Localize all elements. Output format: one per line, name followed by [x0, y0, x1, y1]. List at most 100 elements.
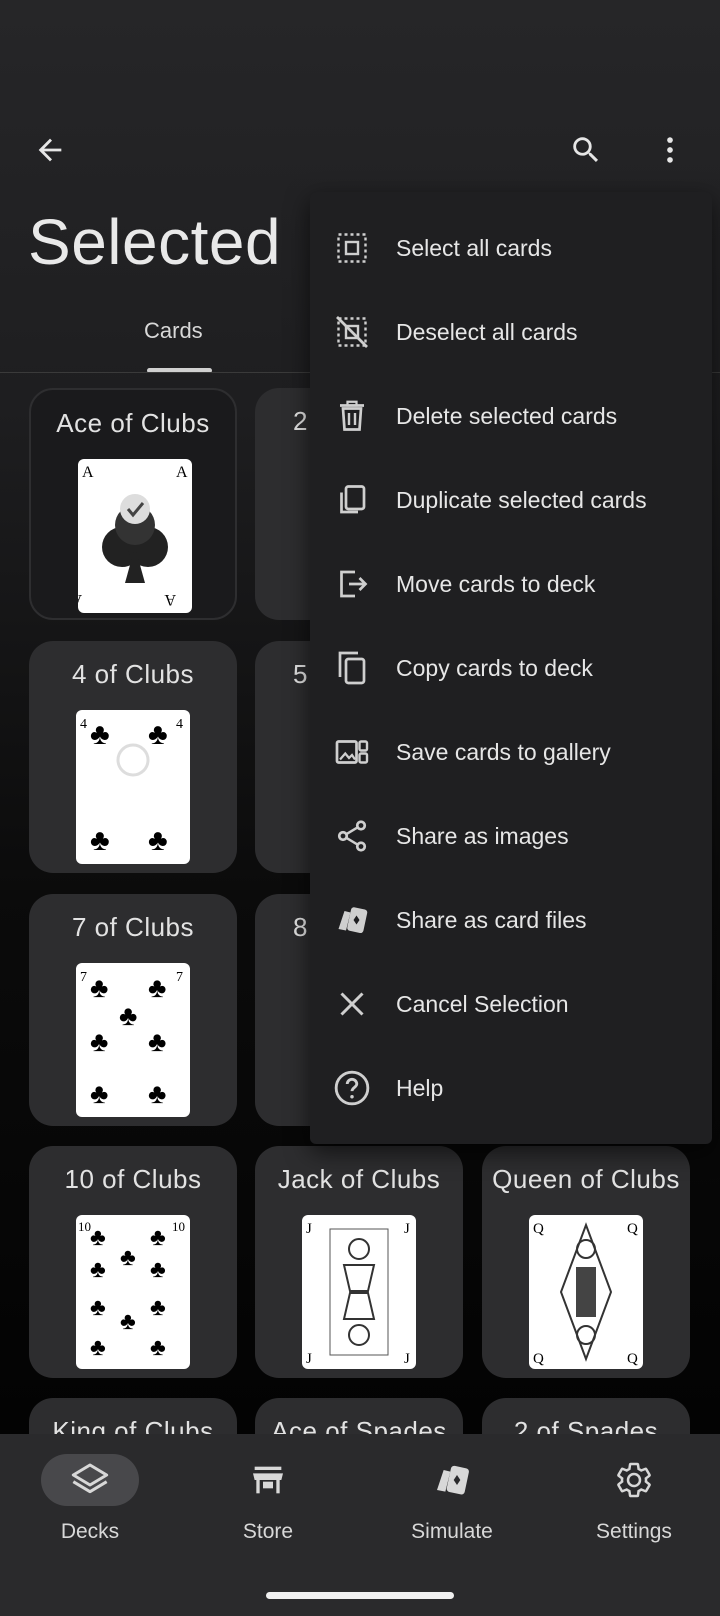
card-title: 7 of Clubs: [71, 912, 195, 942]
svg-text:♣: ♣: [90, 1224, 106, 1251]
nav-store[interactable]: Store: [178, 1454, 358, 1574]
card-image: 7 7 ♣ ♣ ♣ ♣ ♣ ♣ ♣: [76, 963, 190, 1117]
select-all-icon: [332, 228, 372, 268]
svg-text:♣: ♣: [119, 1000, 137, 1031]
svg-text:♣: ♣: [90, 1256, 106, 1283]
svg-text:J: J: [306, 1351, 312, 1367]
svg-text:♣: ♣: [148, 824, 168, 857]
svg-text:Q: Q: [533, 1351, 544, 1367]
bottom-navigation: Decks Store Simulate Settings: [0, 1434, 720, 1616]
search-icon: [573, 137, 599, 163]
svg-text:♣: ♣: [148, 972, 166, 1003]
menu-item-label: Duplicate selected cards: [396, 486, 647, 513]
svg-text:Q: Q: [627, 1351, 638, 1367]
svg-text:A: A: [78, 591, 82, 608]
menu-item-deselect-all[interactable]: Deselect all cards: [310, 290, 712, 374]
card-image: A A A A: [78, 459, 192, 613]
nav-decks[interactable]: Decks: [0, 1454, 180, 1574]
svg-text:10: 10: [172, 1219, 185, 1234]
svg-text:♣: ♣: [90, 1078, 108, 1109]
page-title: Selected: [28, 206, 282, 278]
gear-icon: [617, 1462, 651, 1498]
card-title: Ace of Clubs: [56, 408, 210, 438]
svg-text:Q: Q: [627, 1221, 638, 1237]
card-title: 10 of Clubs: [64, 1164, 202, 1194]
nav-decks-label: Decks: [60, 1520, 120, 1543]
card-file-icon: [332, 900, 372, 940]
search-button[interactable]: [556, 120, 616, 180]
svg-text:♣: ♣: [150, 1224, 166, 1251]
menu-item-label: Move cards to deck: [396, 570, 596, 597]
svg-text:J: J: [306, 1221, 312, 1237]
nav-decks-indicator: [41, 1454, 139, 1506]
nav-settings-label: Settings: [596, 1520, 672, 1543]
menu-item-label: Copy cards to deck: [396, 654, 593, 681]
menu-item-move[interactable]: Move cards to deck: [310, 542, 712, 626]
card-tile[interactable]: 4 of Clubs 4 4 ♣ ♣ ♣ ♣: [29, 641, 237, 873]
svg-text:♣: ♣: [90, 1334, 106, 1361]
card-tile[interactable]: Queen of Clubs Q Q Q Q: [482, 1146, 690, 1378]
svg-text:4: 4: [176, 717, 183, 732]
layers-icon: [71, 1463, 109, 1494]
card-tile[interactable]: Ace of Clubs A A A A: [29, 388, 237, 620]
nav-settings[interactable]: Settings: [544, 1454, 720, 1574]
svg-text:♣: ♣: [150, 1256, 166, 1283]
close-icon: [332, 984, 372, 1024]
card-tile[interactable]: 7 of Clubs 7 7 ♣ ♣ ♣ ♣ ♣ ♣ ♣: [29, 894, 237, 1126]
card-tile[interactable]: 10 of Clubs 10 10 ♣ ♣ ♣ ♣ ♣ ♣ ♣ ♣ ♣ ♣: [29, 1146, 237, 1378]
store-icon: [253, 1466, 283, 1494]
svg-text:A: A: [164, 591, 176, 608]
menu-item-share-card-files[interactable]: Share as card files: [310, 878, 712, 962]
svg-text:4: 4: [80, 717, 87, 732]
duplicate-icon: [332, 480, 372, 520]
move-icon: [332, 564, 372, 604]
menu-item-label: Select all cards: [396, 234, 552, 261]
menu-item-duplicate[interactable]: Duplicate selected cards: [310, 458, 712, 542]
overflow-menu: Select all cards Deselect all cards Dele…: [310, 192, 712, 1144]
nav-simulate[interactable]: Simulate: [362, 1454, 542, 1574]
svg-text:♣: ♣: [90, 1294, 106, 1321]
svg-text:♣: ♣: [150, 1334, 166, 1361]
share-icon: [332, 816, 372, 856]
svg-text:♣: ♣: [148, 1078, 166, 1109]
card-image: J J J J: [302, 1215, 416, 1369]
cards-icon: [437, 1465, 469, 1495]
home-indicator[interactable]: [266, 1592, 454, 1599]
svg-text:J: J: [404, 1351, 410, 1367]
menu-item-label: Deselect all cards: [396, 318, 578, 345]
menu-item-delete[interactable]: Delete selected cards: [310, 374, 712, 458]
svg-text:J: J: [404, 1221, 410, 1237]
card-title: 4 of Clubs: [71, 659, 195, 689]
svg-text:♣: ♣: [90, 1026, 108, 1057]
svg-text:♣: ♣: [150, 1294, 166, 1321]
card-tile[interactable]: Jack of Clubs J J J J: [255, 1146, 463, 1378]
svg-text:7: 7: [176, 970, 183, 985]
nav-store-label: Store: [242, 1520, 294, 1543]
arrow-back-icon: [38, 138, 62, 162]
card-title: Queen of Clubs: [492, 1164, 680, 1194]
card-image: Q Q Q Q: [529, 1215, 643, 1369]
menu-item-label: Help: [396, 1074, 444, 1101]
deselect-icon: [332, 312, 372, 352]
svg-text:7: 7: [80, 970, 87, 985]
tab-cards[interactable]: Cards: [144, 318, 203, 344]
menu-item-save-gallery[interactable]: Save cards to gallery: [310, 710, 712, 794]
menu-item-copy[interactable]: Copy cards to deck: [310, 626, 712, 710]
svg-text:A: A: [82, 464, 94, 481]
menu-item-help[interactable]: Help: [310, 1046, 712, 1130]
menu-item-share-images[interactable]: Share as images: [310, 794, 712, 878]
copy-icon: [332, 648, 372, 688]
svg-text:Q: Q: [533, 1221, 544, 1237]
card-image: 10 10 ♣ ♣ ♣ ♣ ♣ ♣ ♣ ♣ ♣ ♣: [76, 1215, 190, 1369]
svg-text:A: A: [176, 464, 188, 481]
menu-item-label: Delete selected cards: [396, 402, 618, 429]
svg-text:♣: ♣: [148, 1026, 166, 1057]
menu-item-cancel-selection[interactable]: Cancel Selection: [310, 962, 712, 1046]
svg-text:♣: ♣: [120, 1244, 136, 1271]
nav-simulate-label: Simulate: [411, 1520, 493, 1543]
more-options-button[interactable]: [640, 120, 700, 180]
menu-item-label: Cancel Selection: [396, 990, 569, 1017]
back-button[interactable]: [20, 120, 80, 180]
svg-text:♣: ♣: [90, 824, 110, 857]
menu-item-select-all[interactable]: Select all cards: [310, 206, 712, 290]
